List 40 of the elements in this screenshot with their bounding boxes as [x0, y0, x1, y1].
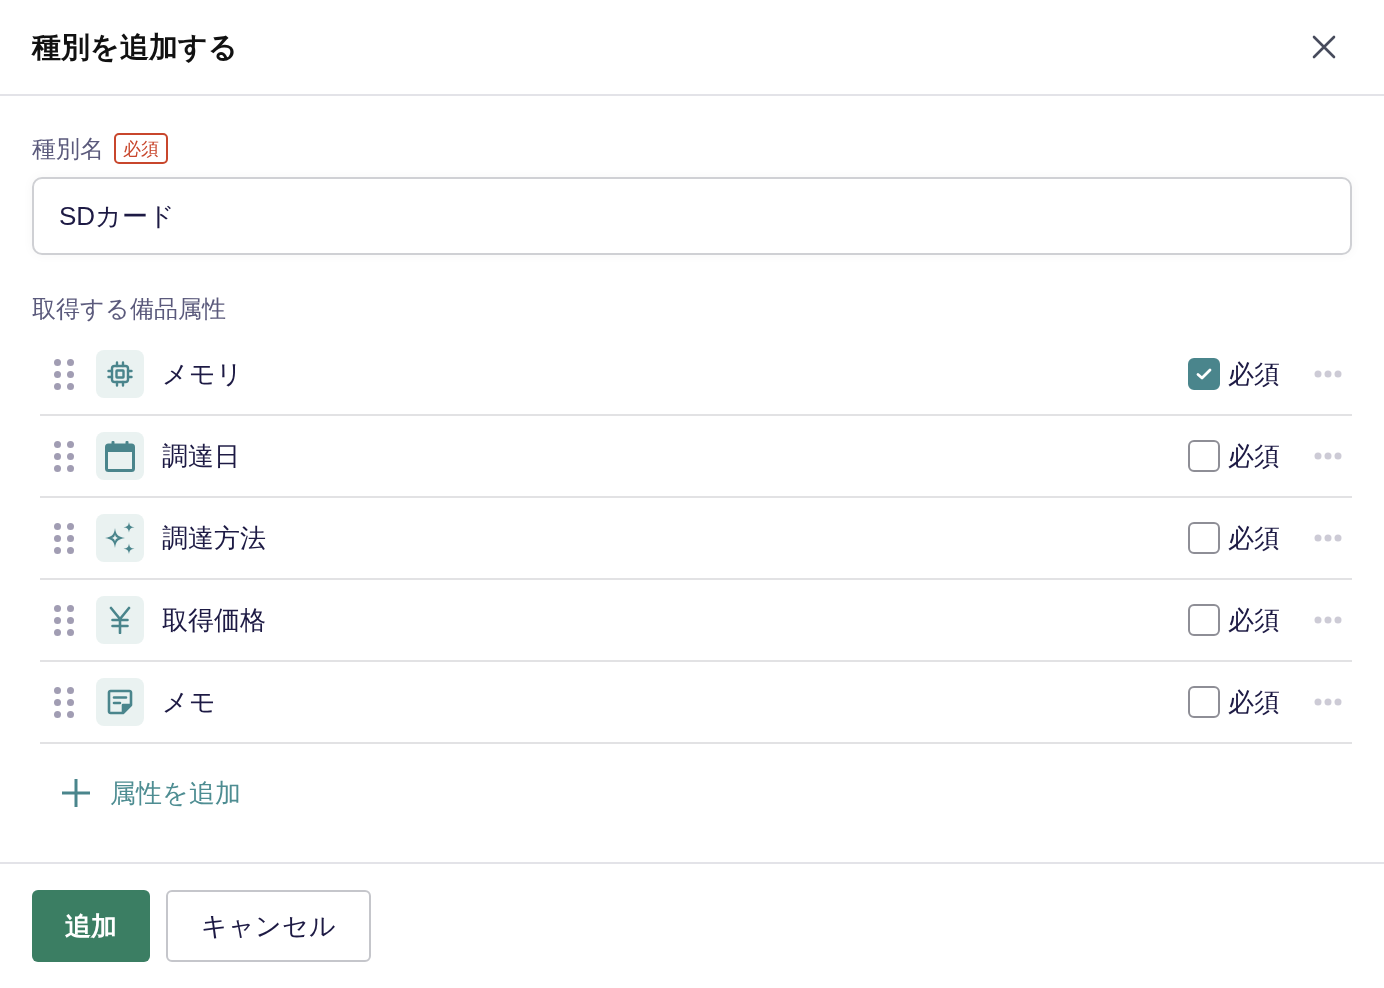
checkbox-label: 必須	[1228, 604, 1280, 636]
drag-handle-icon[interactable]	[54, 440, 74, 472]
checkbox-label: 必須	[1228, 522, 1280, 554]
chip-icon	[96, 350, 144, 398]
checkbox-label: 必須	[1228, 440, 1280, 472]
input-field[interactable]: SDカード	[32, 177, 1352, 255]
attribute-name: 調達日	[162, 440, 240, 472]
section-label: 取得する備品属性	[32, 294, 226, 324]
more-icon[interactable]	[1314, 616, 1342, 624]
dialog-title: 種別を追加する	[32, 30, 238, 65]
required-tag: 必須	[114, 133, 168, 164]
more-icon[interactable]	[1314, 452, 1342, 460]
drag-handle-icon[interactable]	[54, 686, 74, 718]
attribute-name: 取得価格	[162, 604, 266, 636]
attribute-name: メモ	[162, 686, 216, 718]
required-checkbox[interactable]	[1188, 604, 1220, 636]
checkmark-icon	[1196, 368, 1212, 380]
drag-handle-icon[interactable]	[54, 522, 74, 554]
sparkles-icon	[96, 514, 144, 562]
cancel-button[interactable]: キャンセル	[166, 890, 371, 962]
required-checkbox[interactable]	[1188, 522, 1220, 554]
plus-icon	[62, 779, 90, 807]
required-checkbox[interactable]	[1188, 358, 1220, 390]
note-icon	[96, 678, 144, 726]
more-icon[interactable]	[1314, 370, 1342, 378]
attribute-name: メモリ	[162, 358, 243, 390]
calendar-icon	[96, 432, 144, 480]
required-checkbox[interactable]	[1188, 686, 1220, 718]
more-icon[interactable]	[1314, 698, 1342, 706]
more-icon[interactable]	[1314, 534, 1342, 542]
attribute-name: 調達方法	[162, 522, 266, 554]
yen-icon	[96, 596, 144, 644]
checkbox-label: 必須	[1228, 686, 1280, 718]
checkbox-label: 必須	[1228, 358, 1280, 390]
drag-handle-icon[interactable]	[54, 358, 74, 390]
add-attribute-button[interactable]: 属性を追加	[62, 777, 241, 809]
required-checkbox[interactable]	[1188, 440, 1220, 472]
drag-handle-icon[interactable]	[54, 604, 74, 636]
field-label: 種別名	[32, 133, 104, 164]
add-button[interactable]: 追加	[32, 890, 150, 962]
